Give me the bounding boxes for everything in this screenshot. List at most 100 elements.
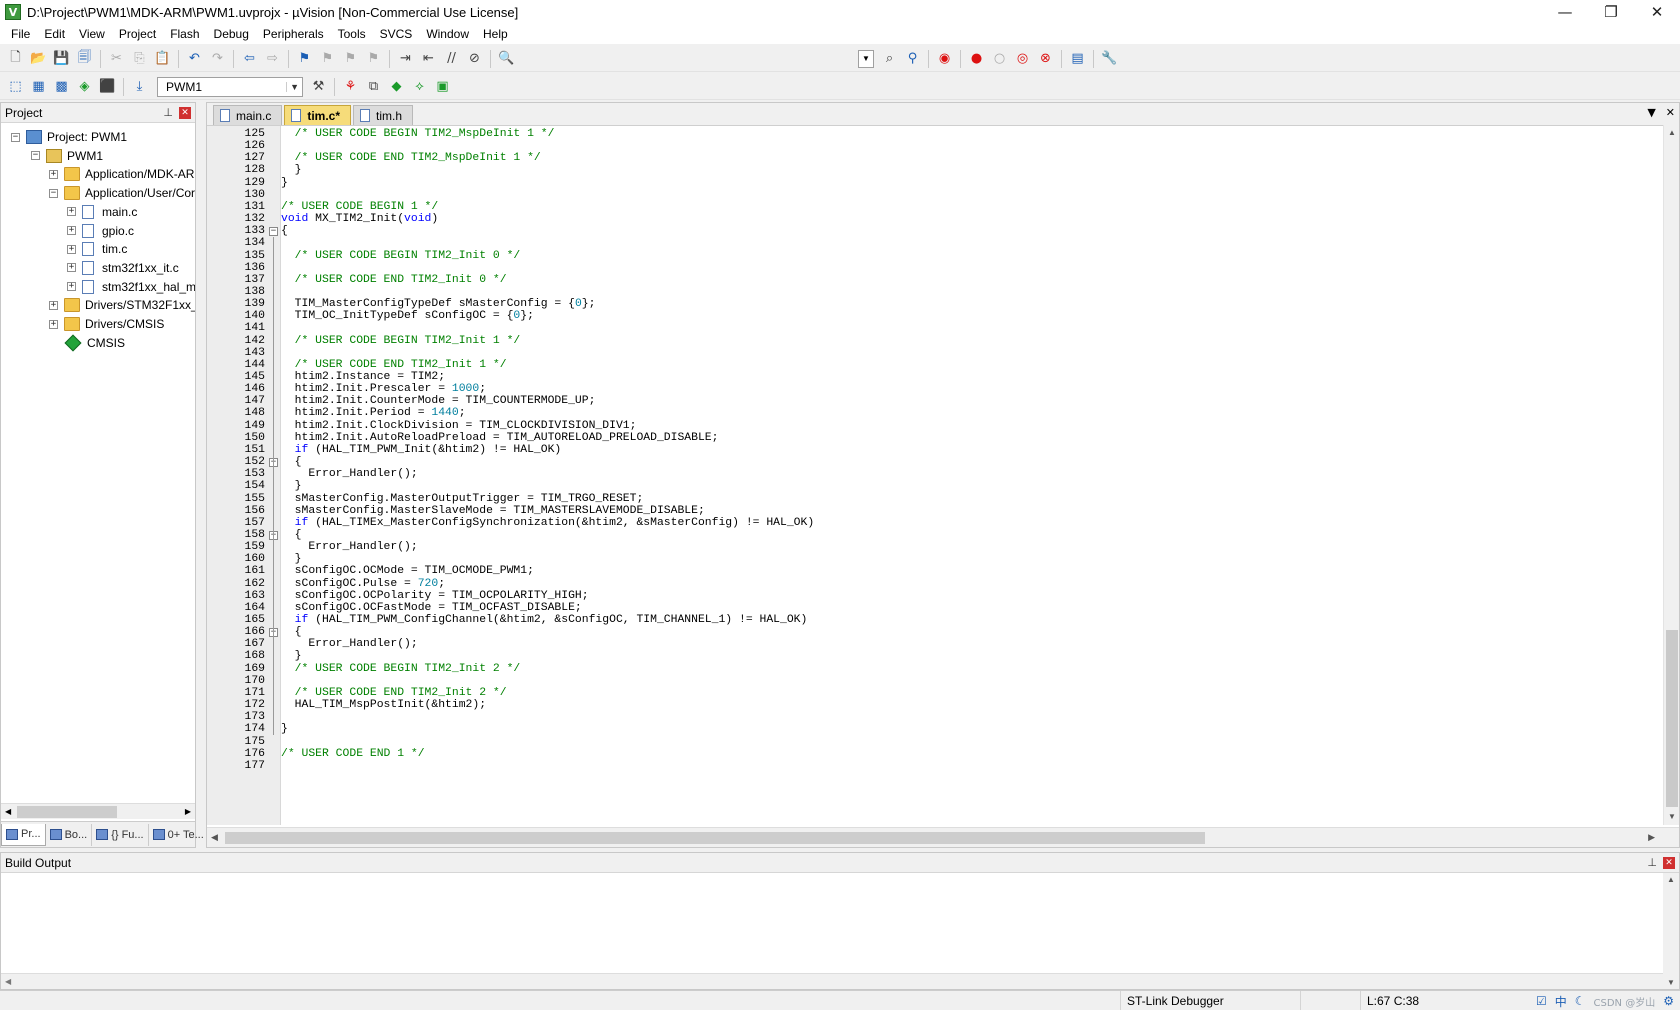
tree-item[interactable]: − PWM1 [31, 146, 103, 166]
indent-icon[interactable]: ⇥ [394, 48, 417, 70]
expand-icon[interactable]: + [67, 207, 76, 217]
disable-all-breakpoints-icon[interactable]: ◎ [1011, 48, 1034, 70]
pin-icon[interactable]: ⊥ [1647, 856, 1657, 869]
prev-bookmark-icon[interactable]: ⚑ [316, 48, 339, 70]
code-line[interactable]: 157 if (HAL_TIMEx_MasterConfigSynchroniz… [207, 517, 1647, 530]
build-output-text[interactable] [1, 873, 1679, 969]
expand-icon[interactable]: + [67, 282, 76, 292]
minimize-icon[interactable]: — [1542, 0, 1588, 24]
collapse-icon[interactable]: − [31, 151, 40, 161]
code-line[interactable]: 141 [207, 322, 1647, 335]
code-line[interactable]: 137 /* USER CODE END TIM2_Init 0 */ [207, 274, 1647, 287]
code-line[interactable]: 131 /* USER CODE BEGIN 1 */ [207, 201, 1647, 214]
code-line[interactable]: 147 htim2.Init.CounterMode = TIM_COUNTER… [207, 395, 1647, 408]
code-line[interactable]: 126 [207, 140, 1647, 153]
download-icon[interactable]: ⤓ [128, 76, 151, 98]
code-line[interactable]: 153 Error_Handler(); [207, 468, 1647, 481]
scroll-down-icon[interactable]: ▼ [1664, 809, 1680, 825]
menu-debug[interactable]: Debug [207, 27, 256, 41]
editor-vertical-scrollbar[interactable]: ▲ ▼ [1663, 125, 1679, 825]
menu-tools[interactable]: Tools [331, 27, 373, 41]
tree-item[interactable]: + tim.c [67, 239, 127, 259]
expand-icon[interactable]: + [67, 226, 76, 235]
uncomment-selection-icon[interactable]: ⊘ [463, 48, 486, 70]
ime-indicator[interactable]: 中 [1555, 993, 1567, 1010]
code-line[interactable]: 165 if (HAL_TIM_PWM_ConfigChannel(&htim2… [207, 614, 1647, 627]
code-line[interactable]: 168 } [207, 650, 1647, 663]
code-line[interactable]: 148 htim2.Init.Period = 1440; [207, 407, 1647, 420]
expand-icon[interactable]: + [67, 244, 76, 254]
code-line[interactable]: 143 [207, 347, 1647, 360]
scroll-thumb[interactable] [1666, 630, 1678, 807]
code-line[interactable]: 130 [207, 189, 1647, 202]
stop-build-icon[interactable]: ⬛ [96, 76, 119, 98]
code-line[interactable]: 176 /* USER CODE END 1 */ [207, 748, 1647, 761]
close-panel-icon[interactable]: ✕ [1663, 856, 1675, 869]
kill-all-breakpoints-icon[interactable]: ⊗ [1034, 48, 1057, 70]
code-line[interactable]: 139 TIM_MasterConfigTypeDef sMasterConfi… [207, 298, 1647, 311]
redo-icon[interactable]: ↷ [206, 48, 229, 70]
comment-selection-icon[interactable]: // [440, 48, 463, 70]
code-editor[interactable]: 125 /* USER CODE BEGIN TIM2_MspDeInit 1 … [207, 125, 1679, 825]
menu-view[interactable]: View [72, 27, 112, 41]
panel-tab[interactable]: Bo... [46, 823, 93, 846]
code-line[interactable]: 149 htim2.Init.ClockDivision = TIM_CLOCK… [207, 420, 1647, 433]
code-line[interactable]: 171 /* USER CODE END TIM2_Init 2 */ [207, 687, 1647, 700]
code-line[interactable]: 132 void MX_TIM2_Init(void) [207, 213, 1647, 226]
build-horizontal-scrollbar[interactable]: ◀ [1, 973, 1663, 989]
file-tab[interactable]: tim.h [353, 105, 414, 125]
code-line[interactable]: 169 /* USER CODE BEGIN TIM2_Init 2 */ [207, 663, 1647, 676]
restore-icon[interactable]: ❐ [1588, 0, 1634, 24]
panel-tab[interactable]: Pr... [1, 823, 46, 846]
code-line[interactable]: 151 if (HAL_TIM_PWM_Init(&htim2) != HAL_… [207, 444, 1647, 457]
menu-window[interactable]: Window [419, 27, 476, 41]
code-line[interactable]: 154 } [207, 480, 1647, 493]
close-window-icon[interactable]: ✕ [1634, 0, 1680, 24]
scroll-thumb[interactable] [17, 806, 117, 818]
scroll-up-icon[interactable]: ▲ [1663, 875, 1679, 884]
find-icon[interactable]: ⌕ [878, 48, 901, 70]
collapse-icon[interactable]: − [49, 188, 58, 198]
code-line[interactable]: 145 htim2.Instance = TIM2; [207, 371, 1647, 384]
navigate-back-icon[interactable]: ⇦ [238, 48, 261, 70]
panel-tab[interactable]: 0+ Te... [149, 823, 209, 846]
configure-icon[interactable]: 🔧 [1098, 48, 1121, 70]
scroll-left-icon[interactable]: ◀ [5, 977, 11, 986]
file-tab[interactable]: tim.c* [284, 105, 352, 125]
incremental-find-icon[interactable]: ⚲ [901, 48, 924, 70]
bookmark-icon[interactable]: ⚑ [293, 48, 316, 70]
expand-icon[interactable]: + [49, 319, 58, 329]
expand-icon[interactable]: + [49, 169, 58, 179]
scroll-right-icon[interactable]: ▶ [1648, 832, 1655, 843]
tree-item[interactable]: + Drivers/STM32F1xx_HAL_Driver [49, 295, 195, 315]
code-line[interactable]: 138 [207, 286, 1647, 299]
menu-svcs[interactable]: SVCS [373, 27, 420, 41]
expand-icon[interactable]: + [67, 263, 76, 273]
tree-item[interactable]: + stm32f1xx_it.c [67, 258, 179, 278]
menu-file[interactable]: File [4, 27, 37, 41]
next-bookmark-icon[interactable]: ⚑ [339, 48, 362, 70]
rebuild-icon[interactable]: ▩ [50, 76, 73, 98]
new-file-icon[interactable]: 🗋 [4, 48, 27, 70]
code-line[interactable]: 158− { [207, 529, 1647, 542]
clear-bookmarks-icon[interactable]: ⚑ [362, 48, 385, 70]
code-line[interactable]: 160 } [207, 553, 1647, 566]
menu-help[interactable]: Help [476, 27, 515, 41]
code-line[interactable]: 161 sConfigOC.OCMode = TIM_OCMODE_PWM1; [207, 565, 1647, 578]
tree-item[interactable]: + stm32f1xx_hal_msp.c [67, 277, 195, 297]
target-options-icon[interactable]: ⚒ [307, 76, 330, 98]
save-all-icon[interactable]: 🗐 [73, 48, 96, 70]
code-line[interactable]: 172 HAL_TIM_MspPostInit(&htim2); [207, 699, 1647, 712]
code-line[interactable]: 134 [207, 237, 1647, 250]
collapse-icon[interactable]: − [11, 132, 20, 142]
disable-breakpoint-icon[interactable]: ○ [988, 48, 1011, 70]
find-combo[interactable]: ▼ [858, 49, 874, 68]
save-icon[interactable]: 💾 [50, 48, 73, 70]
file-tab[interactable]: main.c [213, 105, 283, 125]
build-icon[interactable]: ▦ [27, 76, 50, 98]
code-line[interactable]: 155 sMasterConfig.MasterOutputTrigger = … [207, 493, 1647, 506]
code-line[interactable]: 140 TIM_OC_InitTypeDef sConfigOC = {0}; [207, 310, 1647, 323]
unindent-icon[interactable]: ⇤ [417, 48, 440, 70]
scroll-left-icon[interactable]: ◀ [5, 807, 11, 816]
find-in-files-icon[interactable]: 🔍 [495, 48, 518, 70]
